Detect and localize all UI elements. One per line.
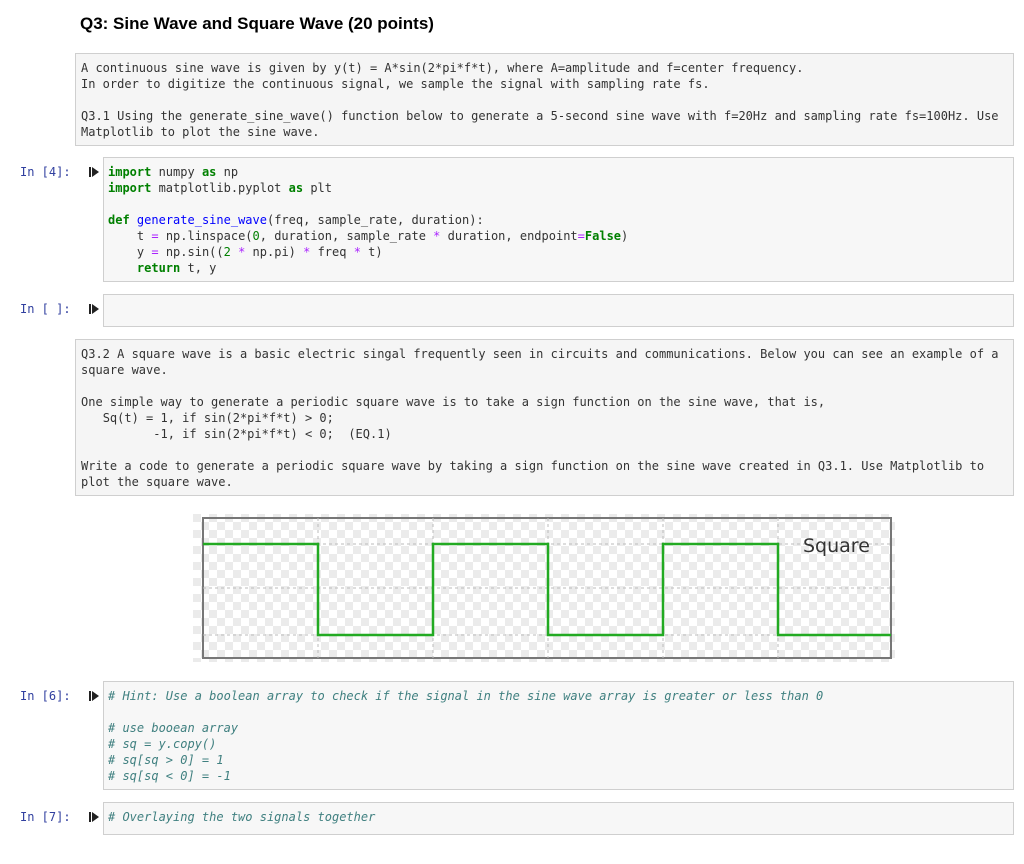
code-comment: # sq = y.copy() (108, 737, 217, 751)
code-comment: # sq[sq > 0] = 1 (108, 753, 224, 767)
code-token: def (108, 213, 130, 227)
figure-background (193, 514, 895, 662)
cell-prompt: In [ ]: (20, 302, 71, 316)
code-token: import (108, 165, 152, 179)
md-text: In order to digitize the continuous sign… (81, 77, 710, 91)
markdown-cell-square-wave[interactable]: Q3.2 A square wave is a basic electric s… (75, 339, 1014, 496)
code-comment: # use booean array (108, 721, 239, 735)
code-token: t, y (180, 261, 217, 275)
code-token: freq (310, 245, 354, 259)
code-token: = (577, 229, 585, 243)
run-cell-icon[interactable] (88, 166, 100, 178)
code-comment (108, 704, 1009, 720)
md-text: Write a code to generate a periodic squa… (81, 459, 985, 473)
code-token: (freq, sample_rate, duration): (266, 213, 484, 227)
code-token: 2 (223, 245, 231, 259)
code-token: return (136, 261, 181, 275)
run-cell-icon[interactable] (88, 303, 100, 315)
code-token: y (108, 245, 152, 259)
code-token: np.linspace( (158, 229, 253, 243)
code-token: as (201, 165, 217, 179)
figure-label: Square (803, 535, 870, 557)
md-text: Sq(t) = 1, if sin(2*pi*f*t) > 0; (81, 411, 334, 425)
code-token: t (108, 229, 152, 243)
md-text: A continuous sine wave is given by y(t) … (81, 61, 804, 75)
square-wave-figure: Square (193, 514, 895, 662)
cell-prompt: In [6]: (20, 689, 71, 703)
cell-prompt: In [4]: (20, 165, 71, 179)
code-token: = (151, 245, 159, 259)
section-heading: Q3: Sine Wave and Square Wave (20 points… (80, 14, 434, 33)
code-cell-empty[interactable] (103, 294, 1014, 327)
code-token: ) (621, 229, 629, 243)
md-text: Matplotlib to plot the sine wave. (81, 125, 320, 139)
code-token: * (353, 245, 361, 259)
cell-prompt: In [7]: (20, 810, 71, 824)
code-cell-overlay[interactable]: # Overlaying the two signals together (103, 802, 1014, 835)
code-token: import (108, 181, 152, 195)
code-token: , duration, sample_rate (259, 229, 434, 243)
code-token: duration, endpoint (440, 229, 578, 243)
code-comment: # sq[sq < 0] = -1 (108, 769, 231, 783)
md-text: One simple way to generate a periodic sq… (81, 395, 826, 409)
code-cell-hint[interactable]: # Hint: Use a boolean array to check if … (103, 681, 1014, 790)
code-comment: # Overlaying the two signals together (108, 810, 376, 824)
markdown-cell-intro[interactable]: A continuous sine wave is given by y(t) … (75, 53, 1014, 146)
code-token: plt (303, 181, 332, 195)
code-token: as (288, 181, 304, 195)
code-token: np.sin(( (158, 245, 224, 259)
code-token: np (216, 165, 239, 179)
md-text: Q3.1 Using the generate_sine_wave() func… (81, 109, 999, 123)
code-token: False (584, 229, 622, 243)
code-token: 0 (252, 229, 260, 243)
code-token: = (151, 229, 159, 243)
md-text: square wave. (81, 363, 168, 377)
code-token: np.pi) (245, 245, 304, 259)
code-comment: # Hint: Use a boolean array to check if … (108, 689, 824, 703)
code-cell-generate-sine[interactable]: import numpy as np import matplotlib.pyp… (103, 157, 1014, 282)
md-text: -1, if sin(2*pi*f*t) < 0; (EQ.1) (81, 427, 392, 441)
md-text: plot the square wave. (81, 475, 233, 489)
md-text: Q3.2 A square wave is a basic electric s… (81, 347, 999, 361)
code-token: matplotlib.pyplot (151, 181, 289, 195)
code-token: numpy (151, 165, 202, 179)
run-cell-icon[interactable] (88, 811, 100, 823)
run-cell-icon[interactable] (88, 690, 100, 702)
code-token: t) (360, 245, 383, 259)
code-token: generate_sine_wave (136, 213, 267, 227)
